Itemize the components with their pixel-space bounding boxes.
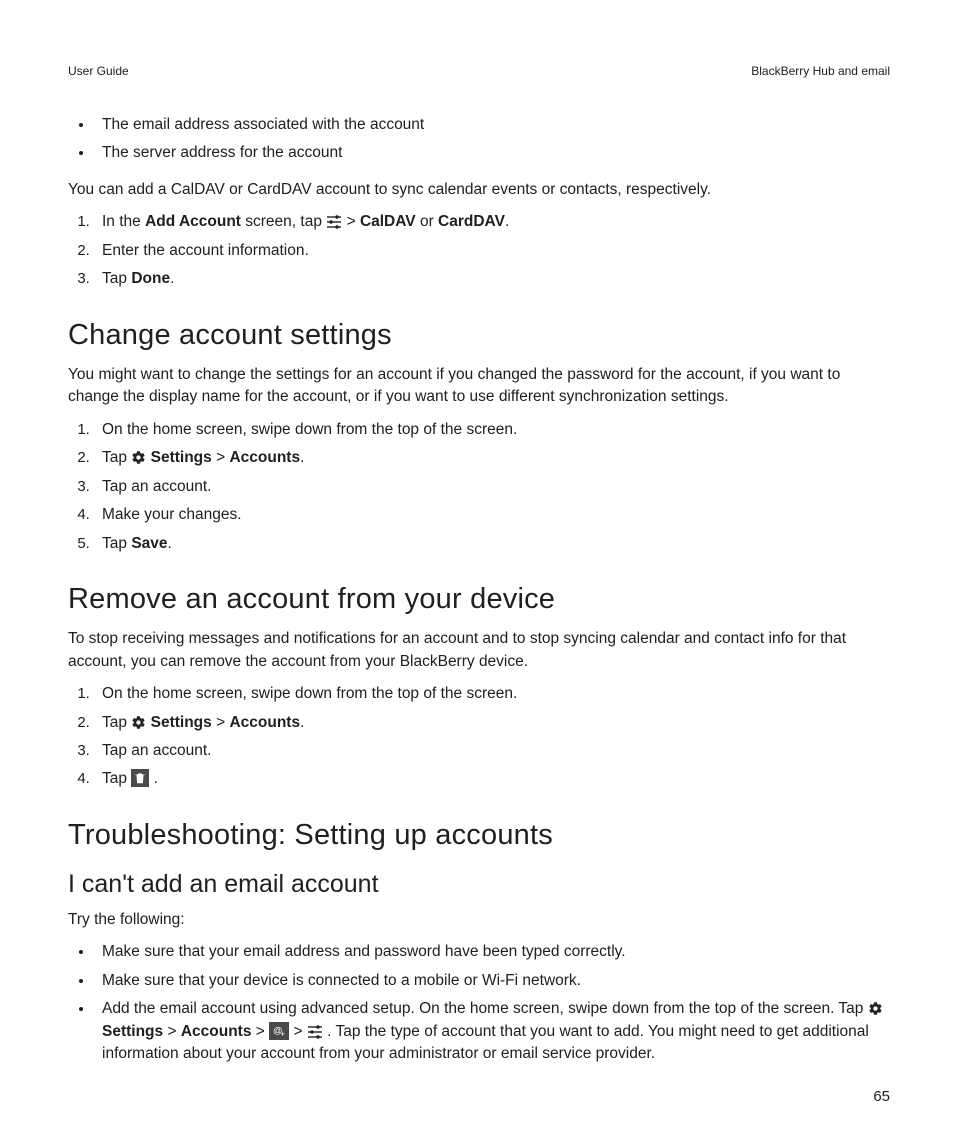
bold-text: Done — [131, 270, 170, 287]
trash-icon — [131, 769, 149, 787]
troubleshoot-bullets: Make sure that your email address and pa… — [68, 941, 890, 1065]
section-troubleshooting: Troubleshooting: Setting up accounts — [68, 819, 890, 852]
text: > — [347, 213, 360, 230]
bold-text: Accounts — [181, 1023, 252, 1040]
settings-sliders-icon — [326, 214, 342, 229]
add-account-steps: In the Add Account screen, tap > CalDAV … — [68, 211, 890, 290]
bold-text: Add Account — [145, 213, 241, 230]
bold-text: CalDAV — [360, 213, 416, 230]
page-header: User Guide BlackBerry Hub and email — [68, 64, 890, 78]
section-change-account-settings: Change account settings — [68, 319, 890, 352]
list-item: In the Add Account screen, tap > CalDAV … — [94, 211, 890, 233]
list-item: Enter the account information. — [94, 240, 890, 262]
paragraph: You might want to change the settings fo… — [68, 364, 890, 409]
gear-icon — [131, 450, 146, 465]
list-item: Tap Done. — [94, 268, 890, 290]
header-left: User Guide — [68, 64, 129, 78]
text: Tap — [102, 714, 131, 731]
bold-text: Save — [131, 535, 167, 552]
list-item: The server address for the account — [94, 142, 890, 164]
add-account-at-icon: @+ — [269, 1022, 289, 1040]
list-item: Tap an account. — [94, 740, 890, 762]
text: . — [170, 270, 174, 287]
list-item: Tap Settings > Accounts. — [94, 447, 890, 469]
text: Tap — [102, 770, 131, 787]
text: > — [293, 1023, 306, 1040]
text: . — [154, 770, 158, 787]
paragraph: To stop receiving messages and notificat… — [68, 628, 890, 673]
list-item: On the home screen, swipe down from the … — [94, 683, 890, 705]
bold-text: Settings — [151, 714, 212, 731]
paragraph: Try the following: — [68, 909, 890, 931]
bold-text: Settings — [102, 1023, 163, 1040]
change-settings-steps: On the home screen, swipe down from the … — [68, 419, 890, 555]
svg-text:+: + — [280, 1029, 285, 1038]
text: In the — [102, 213, 145, 230]
text: or — [416, 213, 438, 230]
text: . — [505, 213, 509, 230]
gear-icon — [131, 715, 146, 730]
list-item: On the home screen, swipe down from the … — [94, 419, 890, 441]
text: > — [251, 1023, 269, 1040]
text: > — [163, 1023, 181, 1040]
intro-paragraph: You can add a CalDAV or CardDAV account … — [68, 179, 890, 201]
text: Tap — [102, 270, 131, 287]
text: screen, tap — [241, 213, 326, 230]
text: . — [168, 535, 172, 552]
intro-bullets: The email address associated with the ac… — [68, 114, 890, 165]
list-item: Tap . — [94, 768, 890, 790]
bold-text: CardDAV — [438, 213, 505, 230]
text: Add the email account using advanced set… — [102, 1000, 868, 1017]
list-item: Tap an account. — [94, 476, 890, 498]
list-item: Add the email account using advanced set… — [94, 998, 890, 1065]
list-item: Make sure that your email address and pa… — [94, 941, 890, 963]
section-remove-account: Remove an account from your device — [68, 583, 890, 616]
remove-account-steps: On the home screen, swipe down from the … — [68, 683, 890, 791]
list-item: Tap Settings > Accounts. — [94, 712, 890, 734]
list-item: The email address associated with the ac… — [94, 114, 890, 136]
text: Tap — [102, 535, 131, 552]
text: . — [300, 714, 304, 731]
bold-text: Accounts — [229, 714, 300, 731]
text: > — [212, 714, 230, 731]
page-number: 65 — [873, 1088, 890, 1105]
list-item: Make sure that your device is connected … — [94, 970, 890, 992]
subsection-cant-add-email: I can't add an email account — [68, 870, 890, 899]
gear-icon — [868, 1001, 883, 1016]
bold-text: Settings — [151, 449, 212, 466]
text: Tap — [102, 449, 131, 466]
header-right: BlackBerry Hub and email — [751, 64, 890, 78]
text: > — [212, 449, 230, 466]
bold-text: Accounts — [229, 449, 300, 466]
list-item: Make your changes. — [94, 504, 890, 526]
page: User Guide BlackBerry Hub and email The … — [0, 0, 954, 1145]
settings-sliders-icon — [307, 1024, 323, 1039]
list-item: Tap Save. — [94, 533, 890, 555]
text: . — [300, 449, 304, 466]
